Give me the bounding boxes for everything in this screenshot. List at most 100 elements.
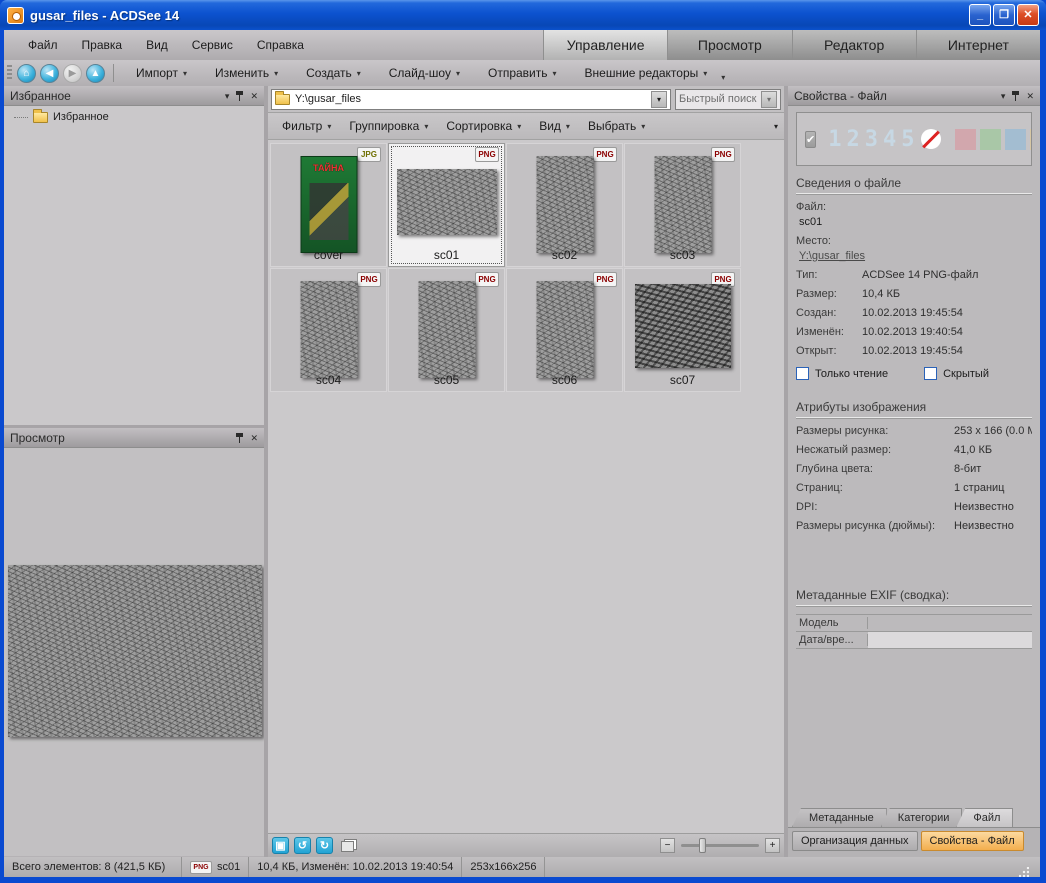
tree-item-favorites[interactable]: Избранное xyxy=(8,111,260,123)
send-dropdown[interactable]: Отправить▾ xyxy=(474,62,571,84)
image-preview-icon[interactable]: ▣ xyxy=(272,837,289,854)
rotate-right-icon[interactable]: ↻ xyxy=(316,837,333,854)
select-dropdown[interactable]: Выбрать▾ xyxy=(580,115,653,137)
menu-tools[interactable]: Сервис xyxy=(182,35,243,55)
color-label-blue[interactable] xyxy=(1005,129,1026,150)
png-badge: PNG xyxy=(190,861,212,874)
view-dropdown[interactable]: Вид▾ xyxy=(531,115,578,137)
tab-metadata[interactable]: Метаданные xyxy=(792,808,887,827)
tab-editor[interactable]: Редактор xyxy=(792,30,916,60)
png-badge: PNG xyxy=(357,272,381,287)
menu-bar: Файл Правка Вид Сервис Справка xyxy=(4,30,314,60)
no-rating-icon[interactable] xyxy=(921,129,941,149)
row-label: Размеры рисунка: xyxy=(796,425,954,437)
properties-bottom: Метаданные Категории Файл Организация да… xyxy=(788,806,1040,857)
grouping-dropdown[interactable]: Группировка▾ xyxy=(341,115,436,137)
panel-close-icon[interactable]: ✕ xyxy=(250,91,258,101)
filter-dropdown[interactable]: Фильтр▾ xyxy=(274,115,339,137)
preview-panel-header: Просмотр ✕ xyxy=(4,428,264,448)
current-file-name: sc01 xyxy=(217,861,240,873)
color-label-green[interactable] xyxy=(980,129,1001,150)
hidden-checkbox[interactable]: Скрытый xyxy=(924,367,989,380)
back-icon: ◀ xyxy=(46,68,54,79)
row-label: Тип: xyxy=(796,269,862,281)
tab-view[interactable]: Просмотр xyxy=(667,30,791,60)
zoom-slider-handle[interactable] xyxy=(699,838,706,853)
file-tile-sc03[interactable]: PNG sc03 xyxy=(624,143,741,267)
attr-row-dimensions: Размеры рисунка:253 x 166 (0.0 М xyxy=(796,425,1032,437)
zoom-in-button[interactable]: + xyxy=(765,838,780,853)
create-dropdown[interactable]: Создать▾ xyxy=(292,62,375,84)
tag-checkbox[interactable]: ✔ xyxy=(805,131,816,148)
toolbar-grip[interactable] xyxy=(7,65,12,81)
import-dropdown[interactable]: Импорт▾ xyxy=(122,62,201,84)
rating-3[interactable]: 3 xyxy=(865,127,879,152)
file-tile-sc04[interactable]: PNG sc04 xyxy=(270,268,387,392)
png-badge: PNG xyxy=(475,147,499,162)
favorites-panel-header: Избранное ▾ ✕ xyxy=(4,86,264,106)
quick-search-input[interactable]: Быстрый поиск ▾ xyxy=(675,89,781,110)
location-link[interactable]: Y:\gusar_files xyxy=(799,250,865,262)
tab-manage[interactable]: Управление xyxy=(543,30,667,60)
file-tile-sc06[interactable]: PNG sc06 xyxy=(506,268,623,392)
panel-close-icon[interactable]: ✕ xyxy=(1026,91,1034,101)
toolbar-overflow-icon[interactable]: ▾ xyxy=(721,65,731,82)
address-dropdown-icon[interactable]: ▾ xyxy=(651,91,667,108)
home-button[interactable]: ⌂ xyxy=(17,64,36,83)
file-tile-sc07[interactable]: PNG sc07 xyxy=(624,268,741,392)
compare-windows-icon[interactable] xyxy=(341,839,357,852)
edit-dropdown[interactable]: Изменить▾ xyxy=(201,62,292,84)
sorting-dropdown[interactable]: Сортировка▾ xyxy=(438,115,529,137)
properties-file-button[interactable]: Свойства - Файл xyxy=(921,831,1024,851)
filter-overflow-icon[interactable]: ▾ xyxy=(774,122,778,131)
file-tile-cover[interactable]: JPG ТАЙНА cover xyxy=(270,143,387,267)
maximize-button[interactable]: ❐ xyxy=(993,4,1015,26)
pin-icon[interactable] xyxy=(1012,91,1019,101)
pin-icon[interactable] xyxy=(236,433,243,443)
panel-menu-icon[interactable]: ▾ xyxy=(1001,91,1006,101)
minimize-button[interactable]: _ xyxy=(969,4,991,26)
file-tile-sc05[interactable]: PNG sc05 xyxy=(388,268,505,392)
tab-internet[interactable]: Интернет xyxy=(916,30,1040,60)
file-tile-sc01[interactable]: PNG sc01 xyxy=(388,143,505,267)
pin-icon[interactable] xyxy=(236,91,243,101)
tab-categories[interactable]: Категории xyxy=(881,808,963,827)
menu-edit[interactable]: Правка xyxy=(72,35,133,55)
external-editors-dropdown[interactable]: Внешние редакторы▾ xyxy=(571,62,722,84)
jpg-badge: JPG xyxy=(357,147,381,162)
tab-file[interactable]: Файл xyxy=(956,808,1013,827)
search-dropdown-icon[interactable]: ▾ xyxy=(761,91,777,108)
row-value: 253 x 166 (0.0 М xyxy=(954,425,1032,437)
organize-data-button[interactable]: Организация данных xyxy=(792,831,918,851)
panel-menu-icon[interactable]: ▾ xyxy=(225,91,230,101)
attr-row-colordepth: Глубина цвета:8-бит xyxy=(796,463,1032,475)
zoom-slider-track[interactable] xyxy=(681,844,759,847)
resize-grip[interactable] xyxy=(1019,867,1029,877)
panel-close-icon[interactable]: ✕ xyxy=(250,433,258,443)
forward-button[interactable]: ▶ xyxy=(63,64,82,83)
zoom-out-button[interactable]: − xyxy=(660,838,675,853)
rotate-left-icon[interactable]: ↺ xyxy=(294,837,311,854)
view-label: Вид xyxy=(539,119,561,133)
back-button[interactable]: ◀ xyxy=(40,64,59,83)
address-bar[interactable]: Y:\gusar_files ▾ xyxy=(271,89,671,110)
color-label-red[interactable] xyxy=(955,129,976,150)
close-button[interactable]: ✕ xyxy=(1017,4,1039,26)
file-tile-sc02[interactable]: PNG sc02 xyxy=(506,143,623,267)
rating-5[interactable]: 5 xyxy=(901,127,915,152)
menu-help[interactable]: Справка xyxy=(247,35,314,55)
color-label-tan[interactable] xyxy=(1030,129,1032,150)
readonly-checkbox[interactable]: Только чтение xyxy=(796,367,888,380)
cover-art xyxy=(309,183,348,240)
menu-view[interactable]: Вид xyxy=(136,35,178,55)
menu-file[interactable]: Файл xyxy=(18,35,68,55)
chevron-down-icon: ▾ xyxy=(553,69,557,78)
preview-image[interactable] xyxy=(8,565,262,737)
rating-4[interactable]: 4 xyxy=(883,127,897,152)
png-badge: PNG xyxy=(593,147,617,162)
chevron-down-icon: ▾ xyxy=(703,69,707,78)
slideshow-dropdown[interactable]: Слайд-шоу▾ xyxy=(375,62,474,84)
rating-2[interactable]: 2 xyxy=(846,127,860,152)
rating-1[interactable]: 1 xyxy=(828,127,842,152)
up-button[interactable]: ▲ xyxy=(86,64,105,83)
